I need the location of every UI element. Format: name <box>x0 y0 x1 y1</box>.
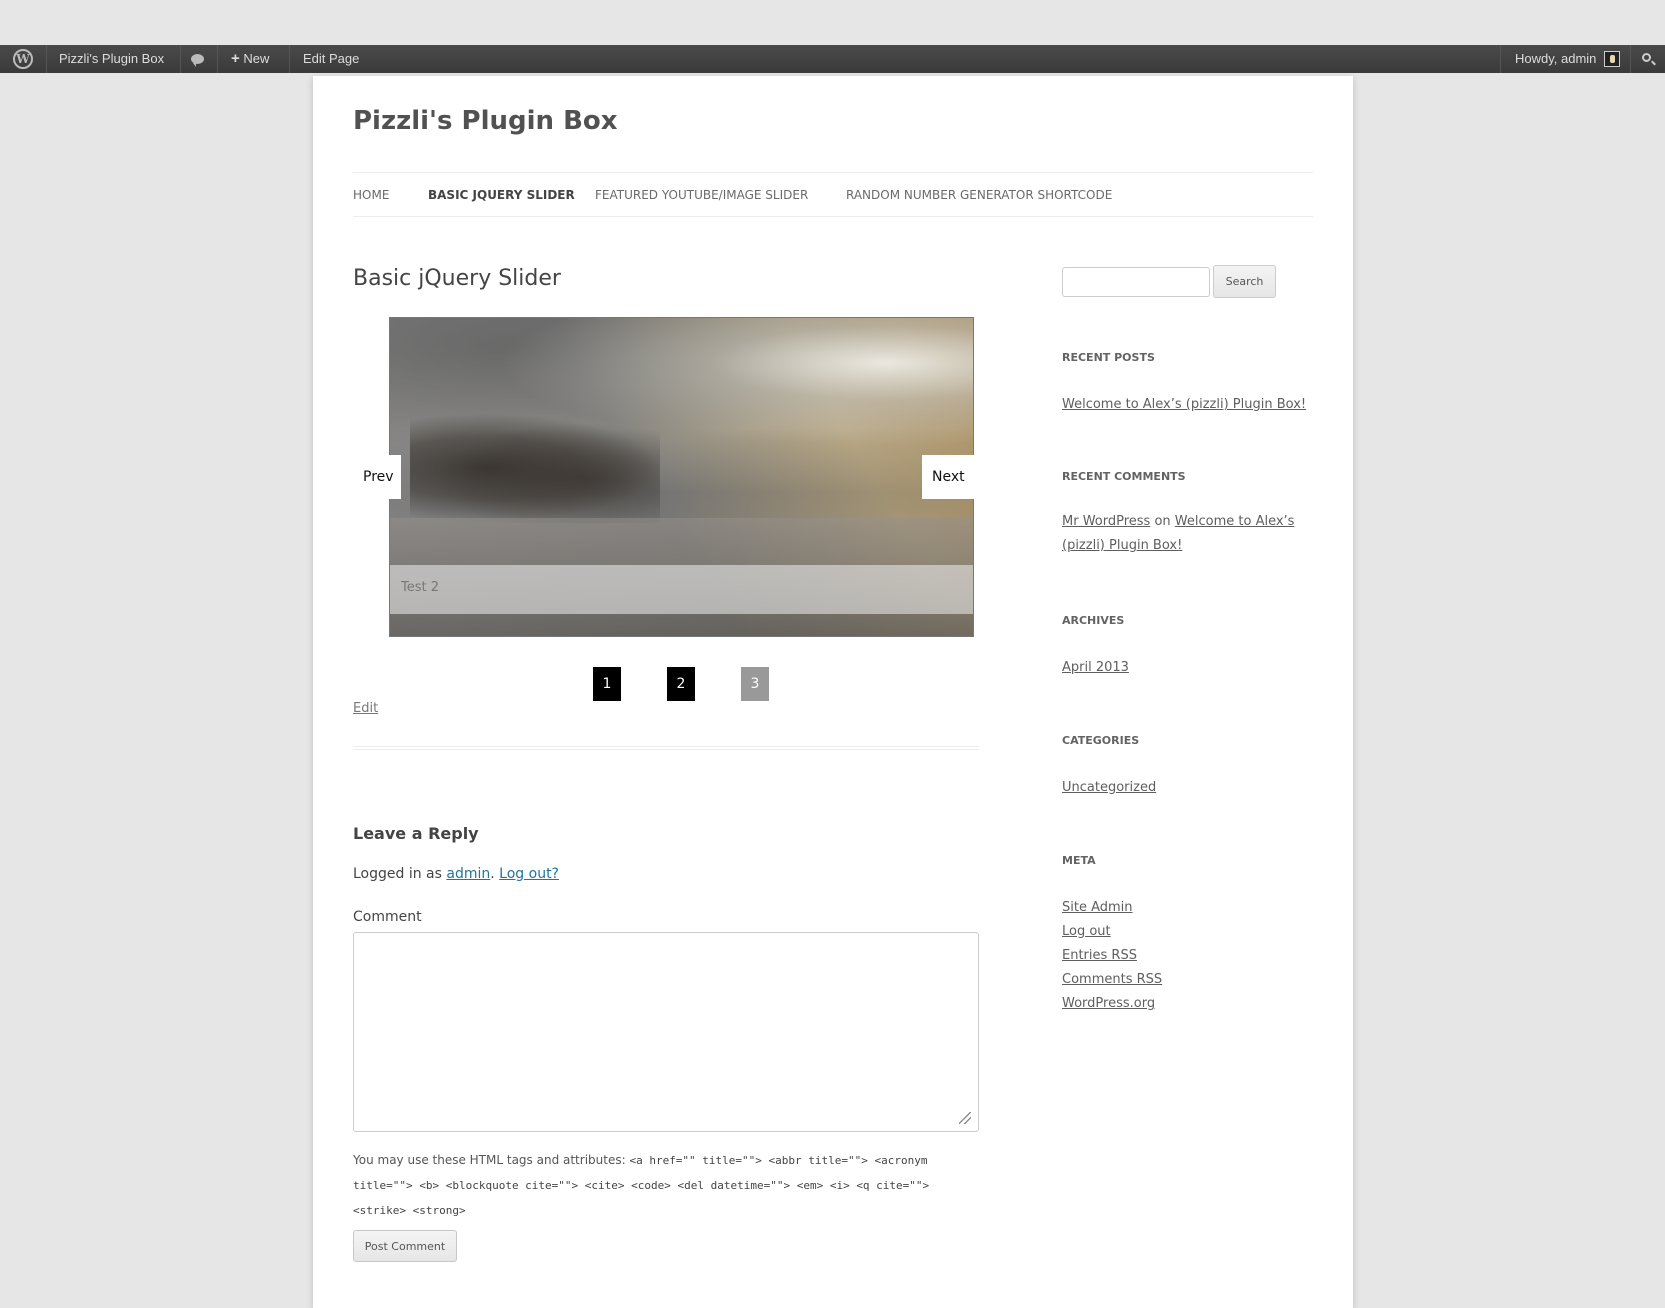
nav-item-home[interactable]: HOME <box>353 188 389 202</box>
slide-image-trees <box>410 413 660 523</box>
nav-item-random-number-generator[interactable]: RANDOM NUMBER GENERATOR SHORTCODE <box>846 188 1112 202</box>
recent-comment: Mr WordPress on Welcome to Alex’s (pizzl… <box>1062 514 1295 553</box>
recent-post-link[interactable]: Welcome to Alex’s (pizzli) Plugin Box! <box>1062 397 1306 412</box>
divider <box>353 746 979 750</box>
recent-posts-title: RECENT POSTS <box>1062 351 1155 364</box>
wordpress-logo-icon[interactable]: W <box>10 45 36 73</box>
slider-prev-button[interactable]: Prev <box>353 455 401 499</box>
image-slider[interactable]: Test 2 <box>389 317 974 637</box>
logged-in-text: Logged in as admin. Log out? <box>353 866 559 882</box>
admin-bar-new[interactable]: + New <box>231 45 269 73</box>
meta-link-log-out[interactable]: Log out <box>1062 924 1111 939</box>
edit-link[interactable]: Edit <box>353 701 378 716</box>
comment-textarea[interactable] <box>353 932 979 1132</box>
resize-handle-icon[interactable] <box>959 1112 971 1124</box>
slider-page-1[interactable]: 1 <box>593 667 621 701</box>
meta-title: META <box>1062 854 1096 867</box>
archives-title: ARCHIVES <box>1062 614 1125 627</box>
page-container: Pizzli's Plugin Box HOME BASIC JQUERY SL… <box>313 76 1353 1308</box>
archive-link[interactable]: April 2013 <box>1062 660 1129 675</box>
category-link[interactable]: Uncategorized <box>1062 780 1156 795</box>
admin-bar: W Pizzli's Plugin Box + New Edit Page Ho… <box>0 45 1665 73</box>
admin-bar-howdy[interactable]: Howdy, admin <box>1515 45 1596 73</box>
new-label: New <box>243 51 270 66</box>
meta-link-entries-rss[interactable]: Entries RSS <box>1062 948 1137 963</box>
comment-label: Comment <box>353 909 422 925</box>
reply-title: Leave a Reply <box>353 824 479 843</box>
meta-link-wordpress-org[interactable]: WordPress.org <box>1062 996 1155 1011</box>
categories-title: CATEGORIES <box>1062 734 1140 747</box>
comment-author-link[interactable]: Mr WordPress <box>1062 514 1150 529</box>
admin-user-link[interactable]: admin <box>446 866 490 882</box>
search-icon[interactable] <box>1642 53 1651 62</box>
slider-page-2[interactable]: 2 <box>667 667 695 701</box>
avatar[interactable] <box>1604 51 1620 67</box>
slider-page-3[interactable]: 3 <box>741 667 769 701</box>
meta-link-comments-rss[interactable]: Comments RSS <box>1062 972 1162 987</box>
nav-item-featured-youtube-image-slider[interactable]: FEATURED YOUTUBE/IMAGE SLIDER <box>595 188 808 202</box>
page-title: Basic jQuery Slider <box>353 266 561 291</box>
main-navigation: HOME BASIC JQUERY SLIDER FEATURED YOUTUB… <box>353 172 1313 217</box>
allowed-tags-note: You may use these HTML tags and attribut… <box>353 1153 930 1217</box>
sidebar-search-input[interactable] <box>1062 267 1210 297</box>
nav-item-basic-jquery-slider[interactable]: BASIC JQUERY SLIDER <box>428 188 575 202</box>
recent-comments-title: RECENT COMMENTS <box>1062 470 1186 483</box>
slide-caption: Test 2 <box>390 565 973 614</box>
sidebar-search-button[interactable]: Search <box>1213 265 1276 298</box>
site-title[interactable]: Pizzli's Plugin Box <box>353 106 618 136</box>
admin-bar-site-name[interactable]: Pizzli's Plugin Box <box>59 45 164 73</box>
admin-bar-edit-page[interactable]: Edit Page <box>303 45 359 73</box>
post-comment-button[interactable]: Post Comment <box>353 1230 457 1262</box>
meta-link-site-admin[interactable]: Site Admin <box>1062 900 1133 915</box>
plus-icon: + <box>231 50 240 67</box>
slider-next-button[interactable]: Next <box>922 455 974 499</box>
logout-link[interactable]: Log out? <box>499 866 559 882</box>
comments-icon[interactable] <box>191 45 204 73</box>
